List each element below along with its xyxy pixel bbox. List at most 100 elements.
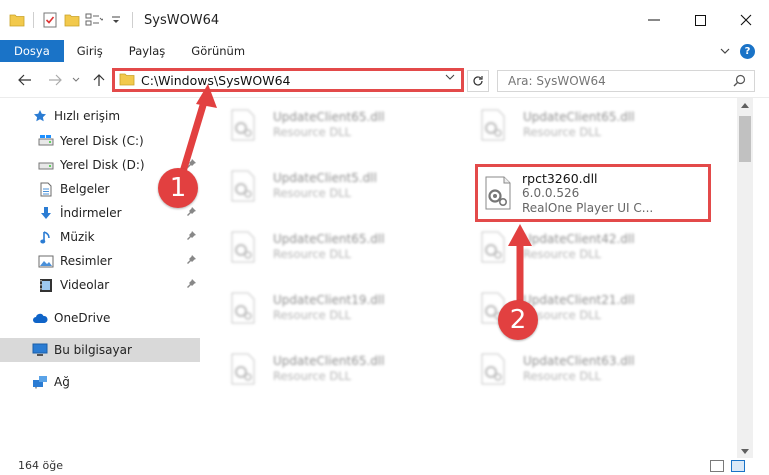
- pin-icon[interactable]: [187, 231, 196, 243]
- sidebar-item-muzik[interactable]: Müzik: [0, 225, 200, 249]
- file-description: Resource DLL: [523, 125, 602, 139]
- ribbon-right: ?: [720, 40, 769, 62]
- properties-icon[interactable]: [41, 11, 59, 29]
- forward-button[interactable]: [46, 71, 64, 89]
- tab-dosya[interactable]: Dosya: [0, 40, 64, 62]
- address-path[interactable]: C:\Windows\SysWOW64: [141, 73, 290, 88]
- expand-ribbon-icon[interactable]: [720, 44, 730, 58]
- list-item[interactable]: UpdateClient65.dll Resource DLL: [205, 224, 435, 270]
- up-button[interactable]: [90, 71, 108, 89]
- drive-icon: [38, 157, 54, 173]
- highlighted-file-rpct3260[interactable]: rpct3260.dll 6.0.0.526 RealOne Player UI…: [475, 164, 711, 222]
- back-button[interactable]: [16, 71, 34, 89]
- customize-toolbar-icon[interactable]: [107, 11, 125, 29]
- list-item[interactable]: UpdateClient65.dll Resource DLL: [205, 102, 435, 148]
- music-icon: [38, 229, 54, 245]
- tab-gorunum[interactable]: Görünüm: [178, 40, 258, 62]
- list-item[interactable]: UpdateClient21.dll Resource DLL: [455, 285, 685, 331]
- pin-icon[interactable]: [187, 159, 196, 171]
- pin-icon[interactable]: [187, 279, 196, 291]
- search-input[interactable]: [508, 74, 708, 88]
- sidebar-item-videolar[interactable]: Videolar: [0, 273, 200, 297]
- tab-giris[interactable]: Giriş: [64, 40, 116, 62]
- help-icon[interactable]: ?: [740, 43, 755, 59]
- chevron-down-icon[interactable]: [445, 73, 455, 84]
- scroll-up-icon[interactable]: [737, 98, 753, 112]
- step-2-badge: 2: [498, 300, 538, 340]
- video-icon: [38, 277, 54, 293]
- new-folder-icon[interactable]: [63, 11, 81, 29]
- file-name: UpdateClient42.dll: [523, 232, 635, 246]
- dll-file-icon: [475, 351, 511, 387]
- list-item[interactable]: UpdateClient19.dll Resource DLL: [205, 285, 435, 331]
- maximize-button[interactable]: [677, 0, 723, 40]
- search-box[interactable]: [497, 70, 755, 92]
- sidebar-item-resimler[interactable]: Resimler: [0, 249, 200, 273]
- list-item[interactable]: UpdateClient5.dll Resource DLL: [205, 163, 435, 209]
- recent-locations-icon[interactable]: [70, 71, 82, 89]
- sidebar-item-label: Müzik: [60, 230, 95, 244]
- sidebar-item-this-pc[interactable]: Bu bilgisayar: [0, 338, 200, 362]
- folder-icon: [8, 11, 26, 29]
- file-name: rpct3260.dll: [522, 170, 598, 186]
- dll-file-icon: [225, 107, 261, 143]
- sidebar-item-label: Yerel Disk (D:): [60, 158, 145, 172]
- pin-icon[interactable]: [187, 255, 196, 267]
- vertical-scrollbar[interactable]: [737, 98, 753, 458]
- list-item[interactable]: UpdateClient42.dll Resource DLL: [455, 224, 685, 270]
- list-item[interactable]: UpdateClient65.dll Resource DLL: [455, 102, 685, 148]
- file-name: UpdateClient63.dll: [523, 354, 635, 368]
- file-list: UpdateClient65.dll Resource DLL UpdateCli…: [205, 98, 737, 458]
- computer-icon: [32, 342, 48, 358]
- close-button[interactable]: [723, 0, 769, 40]
- sidebar-item-label: Bu bilgisayar: [54, 343, 132, 357]
- toolbar-divider: [132, 12, 133, 28]
- sidebar-item-onedrive[interactable]: OneDrive: [0, 306, 200, 330]
- network-icon: [32, 374, 48, 390]
- sidebar-item-label: Resimler: [60, 254, 113, 268]
- file-description: RealOne Player UI C...: [522, 200, 654, 215]
- title-bar: SysWOW64: [0, 0, 769, 40]
- search-icon[interactable]: [733, 74, 746, 90]
- sidebar-item-label: Yerel Disk (C:): [60, 134, 144, 148]
- download-icon: [38, 205, 54, 221]
- file-name: UpdateClient21.dll: [523, 293, 635, 307]
- dll-file-icon: [475, 229, 511, 265]
- sidebar-item-quick-access[interactable]: Hızlı erişim: [0, 104, 200, 128]
- toolbar-divider: [33, 12, 34, 28]
- sidebar-item-label: İndirmeler: [60, 206, 122, 220]
- large-icons-view-icon[interactable]: [731, 460, 745, 472]
- sidebar-item-label: OneDrive: [54, 311, 111, 325]
- dll-file-icon: [480, 175, 516, 211]
- sidebar-item-network[interactable]: Ağ: [0, 370, 200, 394]
- file-name: UpdateClient5.dll: [273, 171, 377, 185]
- window-title: SysWOW64: [144, 12, 220, 28]
- refresh-button[interactable]: [467, 70, 489, 92]
- file-description: Resource DLL: [523, 247, 602, 261]
- scroll-down-icon[interactable]: [737, 444, 753, 458]
- cloud-icon: [32, 310, 48, 326]
- tab-paylas[interactable]: Paylaş: [116, 40, 179, 62]
- step-1-badge: 1: [158, 168, 198, 208]
- file-name: UpdateClient65.dll: [273, 110, 385, 124]
- list-item[interactable]: UpdateClient63.dll Resource DLL: [455, 346, 685, 392]
- dll-file-icon: [225, 290, 261, 326]
- pin-icon[interactable]: [187, 207, 196, 219]
- scrollbar-thumb[interactable]: [739, 116, 751, 162]
- list-item[interactable]: UpdateClient65.dll Resource DLL: [205, 346, 435, 392]
- pictures-icon: [38, 253, 54, 269]
- details-view-icon[interactable]: [710, 460, 724, 472]
- navigation-pane: Hızlı erişim Yerel Disk (C:) Yerel Disk …: [0, 98, 205, 458]
- file-name: UpdateClient65.dll: [273, 354, 385, 368]
- star-icon: [32, 108, 48, 124]
- address-bar[interactable]: C:\Windows\SysWOW64: [112, 68, 464, 92]
- file-description: Resource DLL: [273, 247, 352, 261]
- file-version: 6.0.0.526: [522, 185, 580, 200]
- navigation-bar: C:\Windows\SysWOW64: [0, 62, 769, 98]
- folder-icon: [119, 72, 135, 89]
- sidebar-item-label: Hızlı erişim: [54, 109, 121, 123]
- minimize-button[interactable]: [631, 0, 677, 40]
- file-description: Resource DLL: [273, 186, 352, 200]
- sidebar-item-local-disk-c[interactable]: Yerel Disk (C:): [0, 129, 200, 153]
- view-options-icon[interactable]: [85, 11, 103, 29]
